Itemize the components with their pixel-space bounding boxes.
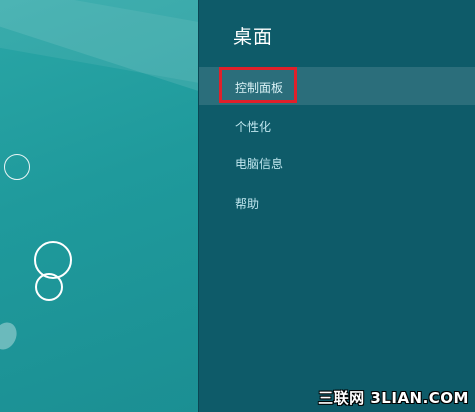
wallpaper-bubble [35,273,63,301]
panel-title: 桌面 [233,26,274,48]
menu-item-personalization[interactable]: 个性化 [235,118,271,135]
menu-item-help[interactable]: 帮助 [235,195,259,212]
wallpaper-bubble [4,154,30,180]
menu-item-pc-info[interactable]: 电脑信息 [235,155,283,172]
wallpaper-fish [0,318,21,354]
site-watermark: 三联网 3LIAN.COM [318,389,469,407]
settings-charm-panel: 桌面 控制面板 个性化 电脑信息 帮助 [198,0,475,412]
annotation-highlight-box [219,67,297,103]
desktop-background[interactable] [0,0,198,412]
